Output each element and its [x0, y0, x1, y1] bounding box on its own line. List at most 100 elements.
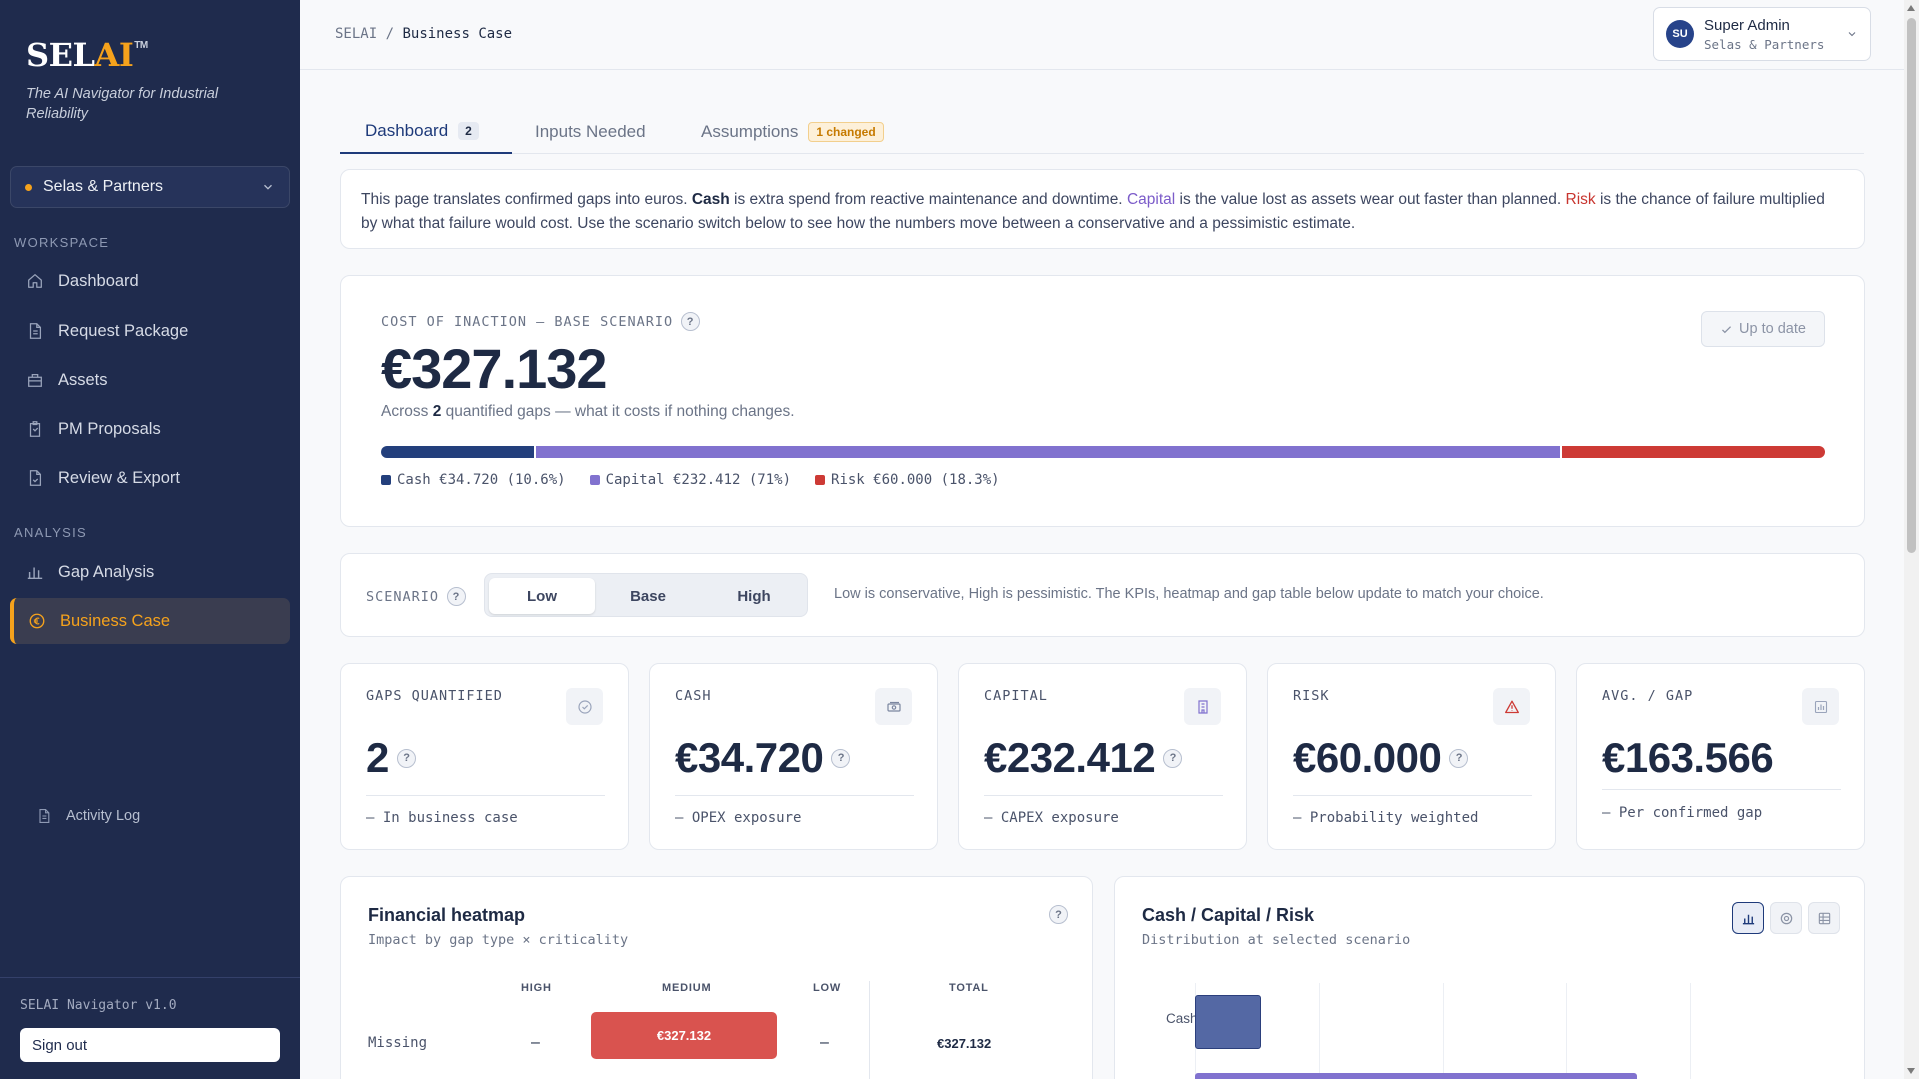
help-icon[interactable]: ? [681, 312, 701, 331]
scenario-switch: Low Base High [484, 573, 808, 617]
changed-badge: 1 changed [808, 122, 884, 142]
scenario-label-text: SCENARIO [366, 588, 440, 605]
kpi-icon-tile [1493, 688, 1530, 725]
kpi-divider [1293, 795, 1532, 796]
building-icon [1197, 699, 1208, 714]
help-icon[interactable]: ? [1049, 905, 1068, 924]
scenario-option-low[interactable]: Low [489, 578, 595, 614]
document-icon [39, 809, 50, 823]
legend-label: Capital €232.412 (71%) [605, 472, 792, 488]
scenario-label: SCENARIO ? [366, 587, 467, 606]
sidebar-item-dashboard[interactable]: Dashboard [10, 258, 290, 304]
scroll-down-arrow[interactable] [1907, 1068, 1915, 1074]
brand-logo[interactable]: SELAITM [26, 36, 148, 74]
kpi-icon-tile [1802, 688, 1839, 725]
chart-gridline [1690, 983, 1691, 1079]
bar-capital[interactable] [1195, 1073, 1638, 1079]
kpi-footnote: — OPEX exposure [675, 810, 802, 826]
kpi-card-cash: CASH €34.720? — OPEX exposure [649, 663, 938, 850]
up-to-date-label: Up to date [1739, 321, 1806, 337]
distribution-title: Cash / Capital / Risk [1142, 905, 1315, 925]
scenario-option-high[interactable]: High [701, 578, 807, 614]
intro-term-capital: Capital [1126, 191, 1176, 208]
breadcrumb-root[interactable]: SELAI [335, 26, 377, 42]
intro-term-cash: Cash [691, 191, 730, 208]
subtitle-text: Across [381, 403, 433, 420]
cost-of-inaction-label: COST OF INACTION — BASE SCENARIO ? [381, 312, 701, 331]
scenario-card: SCENARIO ? Low Base High Low is conserva… [340, 553, 1865, 637]
breadcrumb-current: Business Case [402, 26, 513, 42]
legend-swatch [381, 475, 391, 485]
help-icon[interactable]: ? [447, 587, 467, 606]
bar-view-button[interactable] [1732, 902, 1764, 934]
scenario-note: Low is conservative, High is pessimistic… [834, 586, 1544, 602]
sidebar-item-pm-proposals[interactable]: PM Proposals [10, 406, 290, 452]
user-name: Super Admin [1704, 16, 1790, 34]
check-icon [1722, 325, 1732, 333]
kpi-value-wrap: €60.000? [1293, 734, 1469, 782]
breadcrumb-separator: / [385, 26, 395, 42]
kpi-divider [675, 795, 914, 796]
help-icon[interactable]: ? [396, 748, 416, 768]
legend-item-cash: Cash €34.720 (10.6%) [381, 472, 566, 488]
kpi-label: RISK [1293, 688, 1330, 704]
workspace-section-label: WORKSPACE [14, 235, 110, 250]
kpi-divider [366, 795, 605, 796]
heatmap-cell-medium[interactable]: €327.132 [591, 1012, 777, 1059]
activity-log-link[interactable]: Activity Log [36, 808, 140, 824]
table-icon [1818, 912, 1830, 924]
legend-label: Cash €34.720 (10.6%) [397, 472, 566, 488]
help-icon[interactable]: ? [831, 748, 851, 768]
sign-out-button[interactable]: Sign out [20, 1028, 280, 1062]
up-to-date-button[interactable]: Up to date [1701, 311, 1825, 347]
kpi-icon-tile [1184, 688, 1221, 725]
heatmap-col-total: TOTAL [949, 982, 989, 994]
kpi-card-risk: RISK €60.000? — Probability weighted [1267, 663, 1556, 850]
bar-cash[interactable] [1195, 995, 1262, 1049]
app-version: SELAI Navigator v1.0 [20, 998, 177, 1013]
sidebar-item-request-package[interactable]: Request Package [10, 308, 290, 354]
tab-assumptions[interactable]: Assumptions 1 changed [701, 110, 884, 154]
activity-log-label: Activity Log [66, 808, 141, 824]
heatmap-subtitle: Impact by gap type × criticality [368, 932, 629, 948]
tab-inputs-needed[interactable]: Inputs Needed [535, 110, 646, 154]
kpi-label: CASH [675, 688, 712, 704]
sidebar-item-gap-analysis[interactable]: Gap Analysis [10, 549, 290, 595]
scroll-thumb[interactable] [1907, 18, 1916, 553]
check-circle-icon [577, 699, 592, 714]
sidebar-item-label: Dashboard [58, 271, 139, 290]
sidebar-item-assets[interactable]: Assets [10, 357, 290, 403]
heatmap-col-high: HIGH [521, 982, 552, 994]
bar-chart-icon [27, 567, 43, 580]
heatmap-cell-high: – [531, 1034, 540, 1051]
legend-item-risk: Risk €60.000 (18.3%) [815, 472, 1000, 488]
organization-select[interactable]: Selas & Partners [10, 166, 290, 208]
donut-view-button[interactable] [1770, 902, 1802, 934]
scenario-option-base[interactable]: Base [595, 578, 701, 614]
tab-dashboard[interactable]: Dashboard 2 [340, 110, 512, 154]
financial-heatmap-card: Financial heatmap Impact by gap type × c… [340, 876, 1093, 1079]
scroll-up-arrow[interactable] [1907, 5, 1915, 11]
sidebar-item-review-export[interactable]: Review & Export [10, 455, 290, 501]
euro-coin-icon [29, 613, 45, 629]
user-menu[interactable]: SU Super Admin Selas & Partners [1653, 7, 1871, 61]
kpi-icon-tile [566, 688, 603, 725]
intro-term-risk: Risk [1565, 191, 1596, 208]
intro-text: This page translates confirmed gaps into… [361, 191, 692, 208]
bar-chart-icon [1814, 700, 1827, 713]
bar-label-cash: Cash [1166, 1011, 1198, 1026]
kpi-value-wrap: €34.720? [675, 734, 851, 782]
kpi-value: €34.720 [675, 734, 824, 781]
kpi-footnote: — In business case [366, 810, 518, 826]
cost-breakdown-bar [381, 446, 1825, 458]
help-icon[interactable]: ? [1163, 748, 1183, 768]
page-scrollbar[interactable] [1904, 0, 1919, 1079]
heatmap-total-divider [869, 981, 870, 1079]
kpi-divider [1602, 789, 1841, 790]
help-icon[interactable]: ? [1449, 748, 1469, 768]
kpi-footnote: — CAPEX exposure [984, 810, 1119, 826]
tab-bar: Dashboard 2 Inputs Needed Assumptions 1 … [340, 110, 1864, 154]
sidebar-item-business-case[interactable]: Business Case [10, 598, 290, 644]
cost-of-inaction-card: COST OF INACTION — BASE SCENARIO ? €327.… [340, 275, 1865, 527]
table-view-button[interactable] [1808, 902, 1840, 934]
